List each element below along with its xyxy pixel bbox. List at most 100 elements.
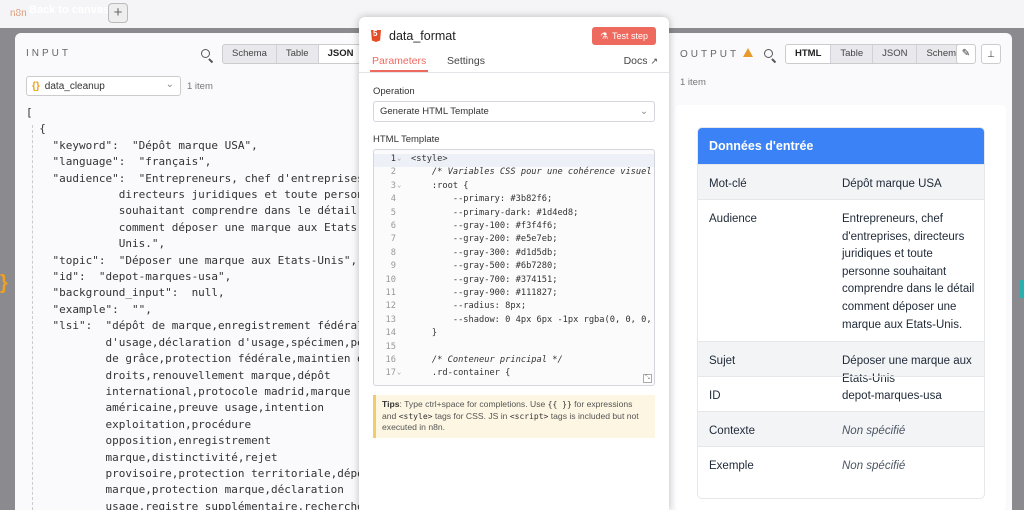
code-line[interactable]: 14 } <box>374 328 654 341</box>
code-line[interactable]: 17 ⌄ .rd-container { <box>374 368 654 381</box>
output-panel-title: OUTPUT <box>680 48 754 60</box>
code-text: :root { <box>411 180 469 191</box>
code-text: <style> <box>411 154 448 164</box>
search-icon[interactable] <box>200 48 214 64</box>
code-text: /* Conteneur principal */ <box>411 355 563 365</box>
operation-select-value: Generate HTML Template <box>380 106 489 117</box>
pin-icon: ⊥ <box>987 49 995 59</box>
json-line: opposition,enregistrement <box>26 434 272 448</box>
json-line: "topic": "Déposer une marque aux Etats-U… <box>26 253 358 267</box>
warning-icon <box>743 48 754 57</box>
code-line[interactable]: 12 --radius: 8px; <box>374 301 654 314</box>
add-node-button[interactable]: + <box>108 3 128 23</box>
tab-settings[interactable]: Settings <box>447 55 485 72</box>
html5-icon <box>371 30 381 42</box>
line-number: 4 <box>390 194 396 205</box>
canvas-node-peek: } <box>0 272 8 294</box>
fold-chevron-icon[interactable]: ⌄ <box>397 181 401 189</box>
html-output-card: Données d'entrée Mot-clé Dépôt marque USA… <box>697 127 985 499</box>
code-line[interactable]: 2 /* Variables CSS pour une cohérence vi… <box>374 167 654 180</box>
tips-code: <style> <box>398 411 433 421</box>
back-to-canvas-button[interactable]: ← Back to canvas <box>12 2 109 18</box>
html-card-title: Données d'entrée <box>698 128 984 164</box>
code-text: --gray-500: #6b7280; <box>411 261 558 272</box>
code-text: --shadow: 0 4px 6px -1px rgba(0, 0, 0, <box>411 314 652 325</box>
pin-data-button[interactable]: ⊥ <box>981 44 1001 64</box>
json-line: "language": "français", <box>26 155 212 169</box>
search-icon[interactable] <box>763 48 777 64</box>
code-text: --gray-100: #f3f4f6; <box>411 221 558 231</box>
json-line: américaine,preuve usage,intention <box>26 401 325 415</box>
json-line: [ <box>26 106 33 119</box>
output-view-json[interactable]: JSON <box>873 45 918 63</box>
json-line: { <box>26 122 46 136</box>
output-panel-title-text: OUTPUT <box>680 49 740 60</box>
row-value: depot-marques-usa <box>842 390 942 402</box>
row-value: Non spécifié <box>842 460 906 472</box>
code-line[interactable]: 8 --gray-300: #d1d5db; <box>374 248 654 261</box>
canvas-node-peek-right <box>1020 280 1024 298</box>
arrow-left-icon: ← <box>12 3 24 17</box>
code-line[interactable]: 10 --gray-700: #374151; <box>374 274 654 288</box>
json-line: "lsi": "dépôt de marque,enregistrement f… <box>52 319 360 333</box>
code-line[interactable]: 7 --gray-200: #e5e7eb; <box>374 234 654 247</box>
code-line[interactable]: 1 ⌄ <style> <box>374 154 654 168</box>
input-node-select[interactable]: {} data_cleanup ⌄ <box>26 76 181 96</box>
node-tabs: Parameters Settings Docs ↗ <box>359 55 669 73</box>
json-line: souhaitant comprendre dans le détail <box>26 204 358 218</box>
output-view-html[interactable]: HTML <box>786 45 832 63</box>
test-step-button[interactable]: ⚗ Test step <box>592 27 656 45</box>
code-line[interactable]: 9 --gray-500: #6b7280; <box>374 261 654 274</box>
code-text: --gray-900: #111827; <box>411 288 558 298</box>
output-view-toggle: HTML Table JSON Schema <box>785 44 972 64</box>
line-number: 14 <box>385 328 396 339</box>
line-number: 10 <box>385 274 396 285</box>
code-text: .rd-container { <box>411 368 511 379</box>
code-line[interactable]: 6 --gray-100: #f3f4f6; <box>374 221 654 234</box>
code-line[interactable]: 4 --primary: #3b82f6; <box>374 194 654 207</box>
code-line[interactable]: 5 --primary-dark: #1d4ed8; <box>374 207 654 221</box>
node-parameters-panel: data_format ⚗ Test step Parameters Setti… <box>359 17 669 510</box>
fold-chevron-icon[interactable]: ⌄ <box>397 368 401 376</box>
json-line: marque,protection marque,déclaration <box>26 483 344 497</box>
input-panel-title: INPUT <box>26 48 71 59</box>
line-number: 11 <box>385 288 396 298</box>
json-line: marque,distinctivité,rejet <box>26 450 278 464</box>
node-title-text[interactable]: data_format <box>389 29 456 43</box>
operation-select[interactable]: Generate HTML Template ⌄ <box>373 101 655 122</box>
output-view-table[interactable]: Table <box>831 45 874 63</box>
tab-parameters[interactable]: Parameters <box>370 55 429 72</box>
json-line: exploitation,procédure <box>26 417 252 431</box>
code-text: --gray-700: #374151; <box>411 274 558 285</box>
code-line[interactable]: 13 --shadow: 0 4px 6px -1px rgba(0, 0, 0… <box>374 314 654 328</box>
code-line[interactable]: 16 /* Conteneur principal */ <box>374 355 654 368</box>
html-template-editor[interactable]: ⤡ 1 ⌄ <style> 2 /* Variables CSS pour une c… <box>373 149 655 386</box>
input-view-json[interactable]: JSON <box>318 45 360 63</box>
json-line: "example": "", <box>26 302 152 316</box>
input-view-table[interactable]: Table <box>277 45 319 63</box>
code-line[interactable]: 3 ⌄ :root { <box>374 180 654 194</box>
line-number: 5 <box>390 207 396 218</box>
json-line: de grâce,protection fédérale,maintien de… <box>26 352 360 366</box>
docs-link[interactable]: Docs ↗ <box>624 55 658 67</box>
row-label: ID <box>709 390 721 402</box>
chevron-down-icon: ⌄ <box>640 106 648 117</box>
line-number: 6 <box>390 221 396 231</box>
fold-chevron-icon[interactable]: ⌄ <box>397 154 401 162</box>
code-text: --gray-200: #e5e7eb; <box>411 234 558 245</box>
json-line: "audience": "Entrepreneurs, chef d'entre… <box>26 171 360 185</box>
json-line: d'usage,déclaration d'usage,spécimen,pér… <box>26 335 360 349</box>
line-number: 12 <box>385 301 396 312</box>
json-line: "keyword": "Dépôt marque USA", <box>26 138 258 152</box>
code-line[interactable]: 15 <box>374 342 654 355</box>
tips-text: tags for CSS. JS in <box>434 410 508 421</box>
code-line[interactable]: 11 --gray-900: #111827; <box>374 288 654 301</box>
row-value: Entrepreneurs, chef d'entreprises, direc… <box>842 213 975 331</box>
output-items-count: 1 item <box>680 77 706 88</box>
tips-code: {{ }} <box>547 400 572 409</box>
json-line: comment déposer une marque aux Etats- <box>26 220 360 234</box>
json-line: droits,renouvellement marque,dépôt <box>26 368 331 382</box>
edit-output-button[interactable]: ✎ <box>956 44 976 64</box>
input-view-schema[interactable]: Schema <box>223 45 277 63</box>
row-label: Audience <box>709 213 757 225</box>
